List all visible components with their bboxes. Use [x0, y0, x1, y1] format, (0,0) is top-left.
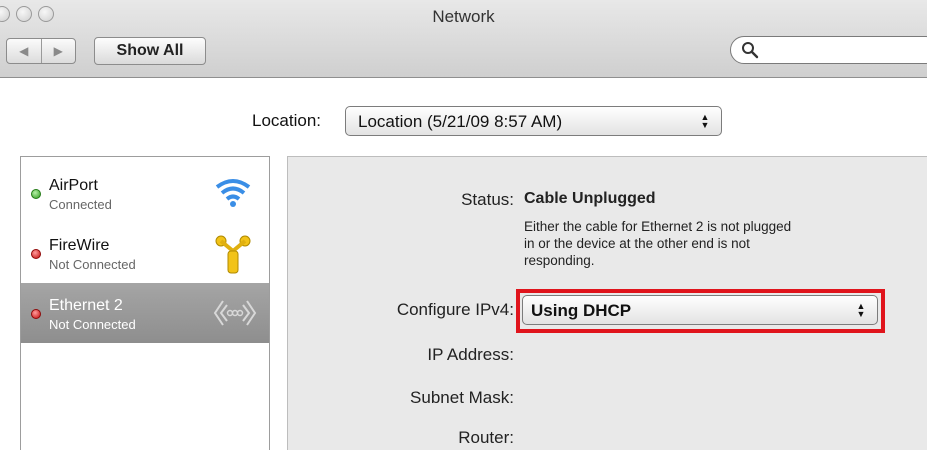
- service-item-airport[interactable]: AirPort Connected: [21, 163, 269, 223]
- ethernet-icon: [213, 300, 257, 326]
- window-toolbar: Network ◀ ▶ Show All: [0, 0, 927, 78]
- search-icon: [742, 42, 759, 59]
- service-name: Ethernet 2: [49, 297, 123, 314]
- window-title: Network: [432, 7, 495, 26]
- back-button[interactable]: ◀: [7, 39, 41, 63]
- popup-arrows-icon: ▲ ▼: [700, 112, 710, 130]
- service-status: Not Connected: [49, 317, 136, 332]
- service-name: AirPort: [49, 177, 98, 194]
- service-item-firewire[interactable]: FireWire Not Connected: [21, 223, 269, 283]
- service-status: Connected: [49, 197, 112, 212]
- configure-ipv4-label: Configure IPv4:: [396, 300, 514, 319]
- popup-arrows-icon: ▲ ▼: [856, 301, 866, 319]
- service-list: AirPort Connected FireWire Not Connected…: [20, 156, 270, 450]
- router-label: Router:: [458, 428, 514, 447]
- status-description-line: responding.: [524, 253, 595, 268]
- ip-address-label: IP Address:: [427, 345, 514, 364]
- back-forward-control: ◀ ▶: [6, 38, 76, 64]
- status-dot-green-icon: [31, 189, 41, 199]
- status-value: Cable Unplugged: [524, 190, 656, 207]
- service-item-ethernet-2[interactable]: Ethernet 2 Not Connected: [21, 283, 269, 343]
- service-status: Not Connected: [49, 257, 136, 272]
- status-description-line: Either the cable for Ethernet 2 is not p…: [524, 219, 792, 234]
- firewire-icon: [215, 235, 251, 274]
- status-description-line: in or the device at the other end is not: [524, 236, 750, 251]
- wifi-icon: [215, 179, 251, 207]
- status-description: Either the cable for Ethernet 2 is not p…: [524, 218, 884, 269]
- configure-ipv4-popup[interactable]: Using DHCP ▲ ▼: [522, 295, 878, 325]
- location-label: Location:: [252, 111, 321, 130]
- service-name: FireWire: [49, 237, 110, 254]
- configure-ipv4-value: Using DHCP: [531, 301, 632, 320]
- forward-button[interactable]: ▶: [40, 39, 76, 63]
- location-value: Location (5/21/09 8:57 AM): [358, 112, 563, 131]
- search-field[interactable]: [730, 36, 927, 64]
- location-popup[interactable]: Location (5/21/09 8:57 AM) ▲ ▼: [345, 106, 722, 136]
- show-all-button[interactable]: Show All: [94, 37, 206, 65]
- status-dot-red-icon: [31, 249, 41, 259]
- subnet-mask-label: Subnet Mask:: [410, 388, 514, 407]
- status-dot-red-icon: [31, 309, 41, 319]
- status-label: Status:: [461, 190, 514, 209]
